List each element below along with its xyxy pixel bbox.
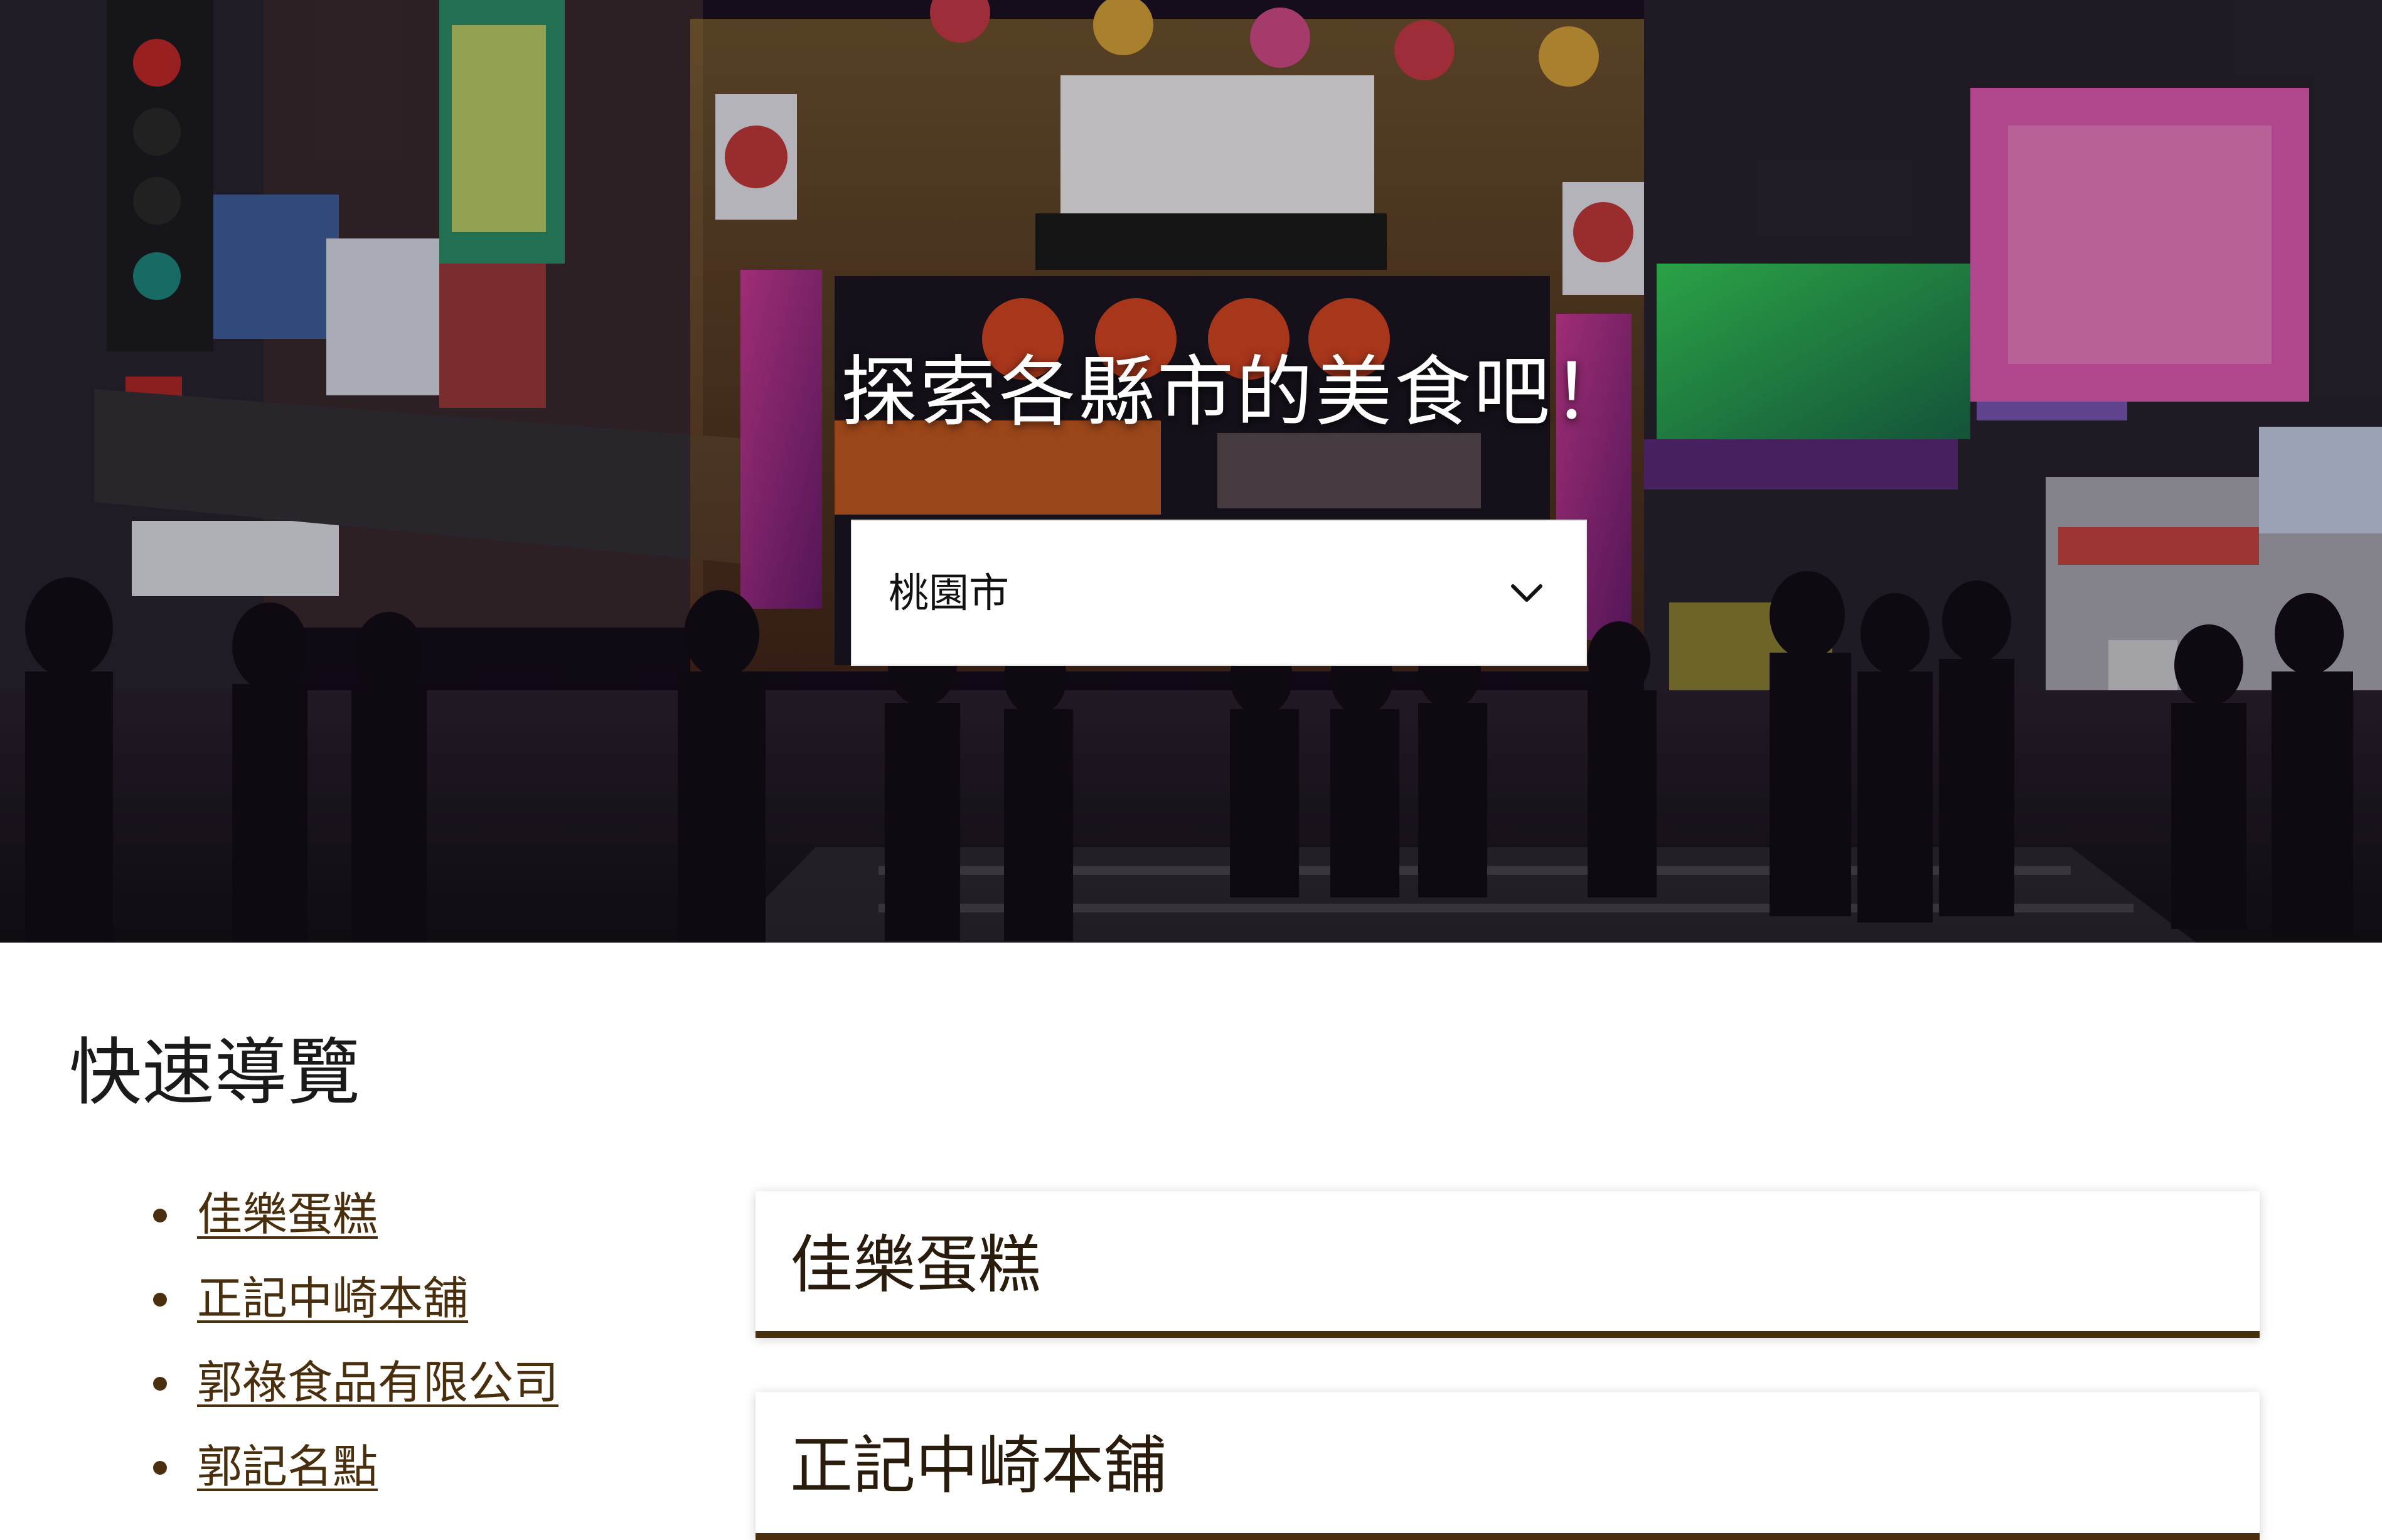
shop-card[interactable]: 佳樂蛋糕 — [756, 1191, 2260, 1338]
hero-dark-overlay — [0, 0, 2382, 943]
city-select-dropdown[interactable]: 桃園市 — [851, 520, 1587, 666]
shop-card-title: 正記中崎本舖 — [790, 1429, 1167, 1502]
quick-nav-list: 佳樂蛋糕 正記中崎本舖 郭祿食品有限公司 郭記名點 — [144, 1180, 558, 1516]
quick-nav-link[interactable]: 佳樂蛋糕 — [197, 1188, 378, 1241]
bullet-icon — [153, 1293, 167, 1307]
bullet-icon — [153, 1209, 167, 1222]
quick-nav-link[interactable]: 正記中崎本舖 — [197, 1272, 468, 1325]
shop-card-title: 佳樂蛋糕 — [790, 1228, 1041, 1302]
quick-nav-item: 佳樂蛋糕 — [144, 1180, 558, 1264]
hero-heading: 探索各縣市的美食吧！ — [841, 348, 1632, 437]
quick-nav-link[interactable]: 郭記名點 — [197, 1440, 378, 1493]
city-select-value: 桃園市 — [889, 570, 1009, 617]
hero-banner: 探索各縣市的美食吧！ 桃園市 — [0, 0, 2382, 943]
quick-nav-item: 郭祿食品有限公司 — [144, 1348, 558, 1432]
quick-nav-title: 快速導覽 — [69, 1030, 360, 1115]
chevron-down-icon — [1511, 584, 1542, 602]
quick-nav-item: 郭記名點 — [144, 1432, 558, 1516]
quick-nav-item: 正記中崎本舖 — [144, 1264, 558, 1348]
bullet-icon — [153, 1461, 167, 1475]
bullet-icon — [153, 1377, 167, 1391]
quick-nav-link[interactable]: 郭祿食品有限公司 — [197, 1356, 558, 1409]
shop-card[interactable]: 正記中崎本舖 — [756, 1392, 2260, 1540]
